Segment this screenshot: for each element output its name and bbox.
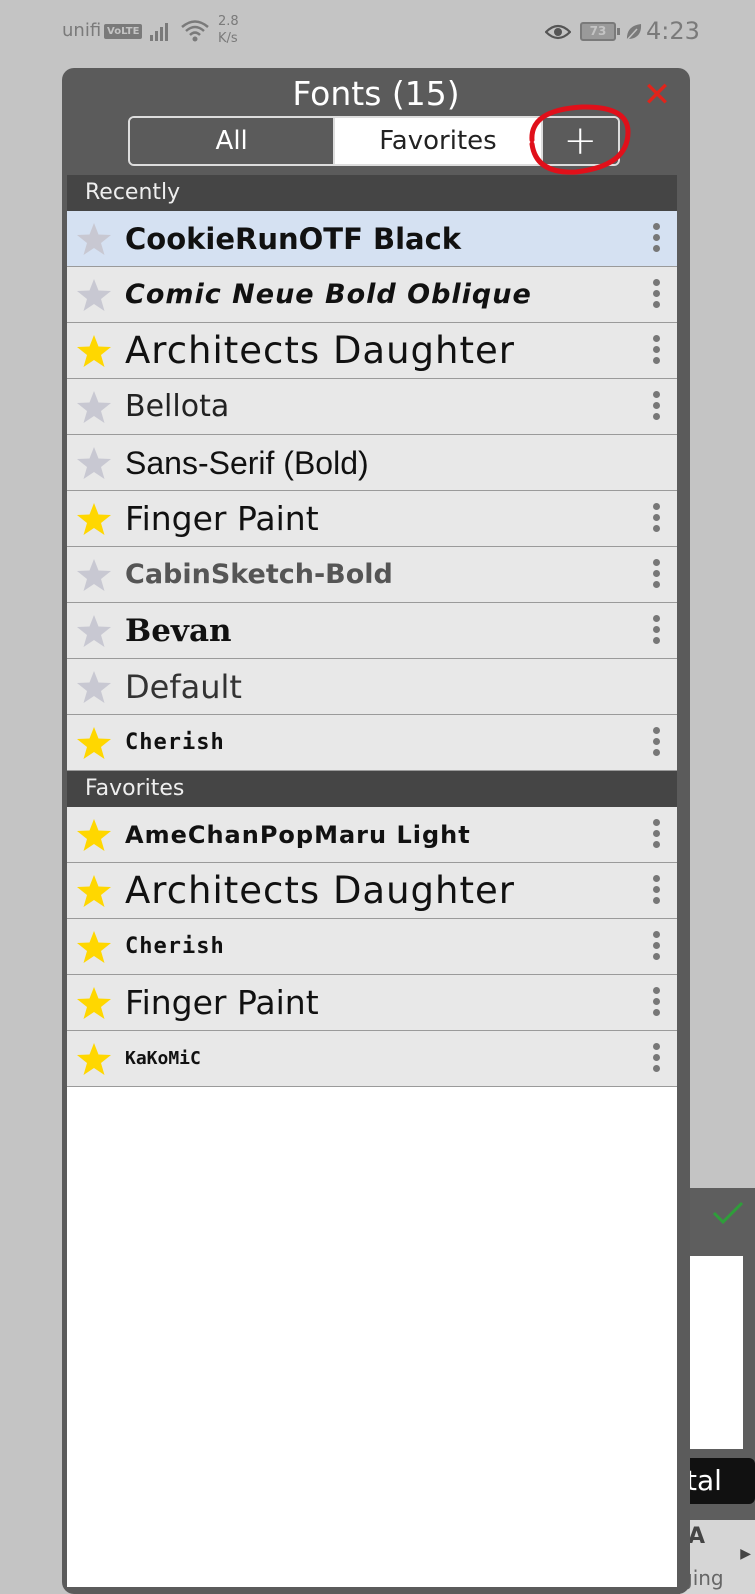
font-name: Cherish: [125, 730, 225, 755]
font-name: CookieRunOTF Black: [125, 222, 462, 256]
font-row[interactable]: Finger Paint: [67, 975, 677, 1031]
font-row[interactable]: CookieRunOTF Black: [67, 211, 677, 267]
font-row[interactable]: Finger Paint: [67, 491, 677, 547]
battery-indicator: 73: [580, 22, 620, 41]
font-name: Cherish: [125, 934, 225, 959]
confirm-check-icon[interactable]: [712, 1200, 744, 1230]
more-options-icon[interactable]: [649, 391, 663, 423]
clock: 4:23: [646, 17, 700, 45]
chevron-right-icon[interactable]: ▶: [740, 1546, 751, 1562]
star-empty-icon[interactable]: [75, 557, 113, 597]
status-bar: unifi VoLTE 2.8 K/s 73 4:23: [0, 0, 755, 64]
font-row[interactable]: CabinSketch-Bold: [67, 547, 677, 603]
font-name: Bellota: [125, 389, 230, 424]
more-options-icon[interactable]: [649, 503, 663, 535]
font-name: Architects Daughter: [125, 329, 515, 372]
more-options-icon[interactable]: [649, 335, 663, 367]
font-row[interactable]: Cherish: [67, 919, 677, 975]
volte-badge: VoLTE: [104, 24, 143, 39]
font-name: Comic Neue Bold Oblique: [125, 279, 532, 310]
carrier-label: unifi: [62, 20, 102, 41]
wifi-icon: [180, 18, 210, 48]
star-filled-icon[interactable]: [75, 985, 113, 1025]
font-name: Finger Paint: [125, 983, 319, 1022]
font-row[interactable]: Default: [67, 659, 677, 715]
font-name: Sans-Serif (Bold): [125, 445, 369, 481]
star-filled-icon[interactable]: [75, 725, 113, 765]
star-filled-icon[interactable]: [75, 873, 113, 913]
highlight-circle: [529, 104, 631, 175]
star-filled-icon[interactable]: [75, 1041, 113, 1081]
fonts-dialog: Fonts (15) ✕ All Favorites + Recently Co…: [62, 68, 690, 1594]
font-name: KaKoMiC: [125, 1048, 201, 1069]
speed-value: 2.8: [218, 14, 239, 29]
font-name: Bevan: [125, 613, 232, 649]
more-options-icon[interactable]: [649, 987, 663, 1019]
font-name: Architects Daughter: [125, 869, 515, 912]
star-filled-icon[interactable]: [75, 333, 113, 373]
more-options-icon[interactable]: [649, 223, 663, 255]
section-header-favorites: Favorites: [67, 771, 677, 807]
more-options-icon[interactable]: [649, 279, 663, 311]
font-name: AmeChanPopMaru Light: [125, 821, 471, 849]
font-row[interactable]: KaKoMiC: [67, 1031, 677, 1087]
more-options-icon[interactable]: [649, 931, 663, 963]
background-toolbar: A ▶ ging: [680, 1520, 755, 1594]
more-options-icon[interactable]: [649, 615, 663, 647]
star-filled-icon[interactable]: [75, 929, 113, 969]
font-row[interactable]: Architects Daughter: [67, 863, 677, 919]
background-button[interactable]: tal: [680, 1458, 755, 1504]
network-speed: 2.8 K/s: [218, 13, 239, 47]
signal-icon: [150, 20, 174, 46]
background-button-label: tal: [686, 1464, 722, 1497]
more-options-icon[interactable]: [649, 1043, 663, 1075]
font-row[interactable]: AmeChanPopMaru Light: [67, 807, 677, 863]
tab-all[interactable]: All: [130, 118, 336, 164]
font-row[interactable]: Bevan: [67, 603, 677, 659]
power-saving-icon: [625, 22, 643, 46]
star-empty-icon[interactable]: [75, 445, 113, 485]
font-name: Finger Paint: [125, 499, 319, 538]
star-filled-icon[interactable]: [75, 817, 113, 857]
recently-list: CookieRunOTF Black Comic Neue Bold Obliqu…: [67, 211, 677, 771]
more-options-icon[interactable]: [649, 559, 663, 591]
background-text-area: [682, 1256, 743, 1449]
font-row[interactable]: Sans-Serif (Bold): [67, 435, 677, 491]
more-options-icon[interactable]: [649, 875, 663, 907]
star-empty-icon[interactable]: [75, 389, 113, 429]
favorites-list: AmeChanPopMaru Light Architects Daughter C…: [67, 807, 677, 1087]
font-row[interactable]: Cherish: [67, 715, 677, 771]
font-row[interactable]: Comic Neue Bold Oblique: [67, 267, 677, 323]
speed-unit: K/s: [218, 31, 238, 46]
star-empty-icon[interactable]: [75, 221, 113, 261]
background-toolbar-letter: A: [688, 1524, 706, 1549]
more-options-icon[interactable]: [649, 819, 663, 851]
font-row[interactable]: Bellota: [67, 379, 677, 435]
section-header-recently: Recently: [67, 175, 677, 211]
tab-favorites[interactable]: Favorites: [335, 118, 541, 164]
font-row[interactable]: Architects Daughter: [67, 323, 677, 379]
star-filled-icon[interactable]: [75, 501, 113, 541]
font-list: Recently CookieRunOTF Black Comic Neue Bo…: [67, 175, 677, 1587]
font-name: Default: [125, 668, 242, 706]
star-empty-icon[interactable]: [75, 669, 113, 709]
more-options-icon[interactable]: [649, 727, 663, 759]
star-empty-icon[interactable]: [75, 613, 113, 653]
font-name: CabinSketch-Bold: [125, 559, 393, 590]
eye-comfort-icon: [544, 19, 572, 46]
star-empty-icon[interactable]: [75, 277, 113, 317]
close-icon[interactable]: ✕: [642, 78, 672, 112]
